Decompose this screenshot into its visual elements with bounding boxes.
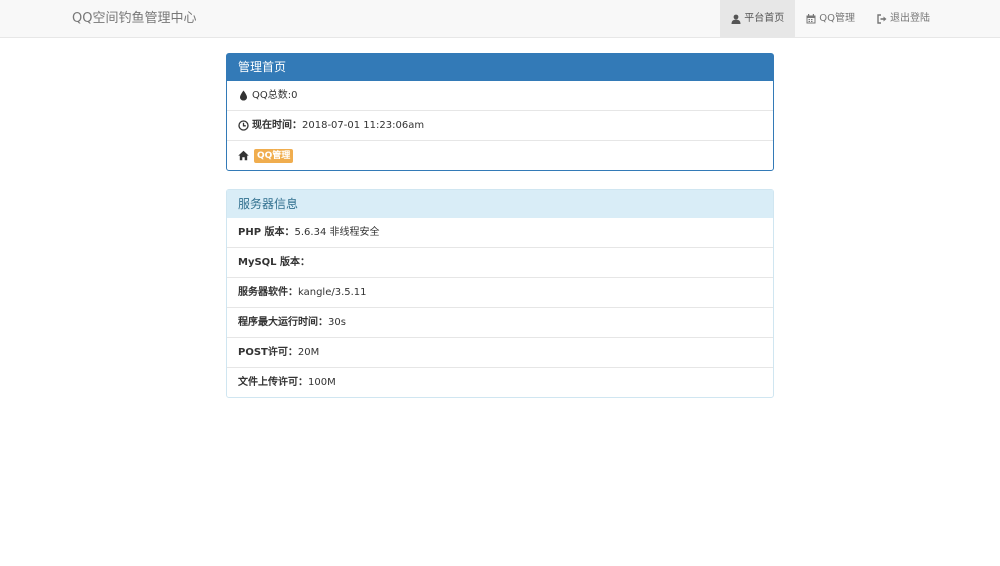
server-row-server-software: 服务器软件： kangle/3.5.11 (227, 277, 773, 307)
server-row-php-version: PHP 版本： 5.6.34 非线程安全 (227, 218, 773, 247)
current-time-label: 现在时间： (252, 120, 302, 131)
quick-links-row: QQ管理 (227, 140, 773, 170)
server-info-panel-title: 服务器信息 (227, 190, 773, 218)
calendar-icon (806, 13, 816, 24)
nav-item-qq-manage-label: QQ管理 (819, 13, 855, 24)
server-row-label: MySQL 版本： (238, 257, 311, 268)
server-row-label: PHP 版本： (238, 227, 295, 238)
server-row-label: 服务器软件： (238, 287, 298, 298)
server-info-panel: 服务器信息 PHP 版本： 5.6.34 非线程安全 MySQL 版本： 服务器软… (226, 189, 774, 398)
server-row-value: 5.6.34 非线程安全 (294, 227, 380, 238)
server-row-post-limit: POST许可： 20M (227, 337, 773, 367)
qq-total-row: QQ总数: 0 (227, 81, 773, 110)
server-row-value: kangle/3.5.11 (298, 287, 367, 298)
logout-icon (877, 13, 887, 24)
nav-item-logout[interactable]: 退出登陆 (866, 0, 941, 37)
home-icon (238, 150, 249, 161)
nav-item-logout-label: 退出登陆 (890, 13, 930, 24)
current-time-row: 现在时间： 2018-07-01 11:23:06am (227, 110, 773, 140)
server-row-label: 文件上传许可： (238, 377, 308, 388)
server-row-mysql-version: MySQL 版本： (227, 247, 773, 277)
nav-item-home-label: 平台首页 (744, 13, 785, 24)
nav-item-qq-manage[interactable]: QQ管理 (795, 0, 866, 37)
brand-title[interactable]: QQ空间钓鱼管理中心 (72, 0, 196, 37)
tint-icon (238, 90, 249, 101)
qq-total-label: QQ总数: (252, 90, 292, 101)
server-row-label: POST许可： (238, 347, 298, 358)
top-navbar: QQ空间钓鱼管理中心 平台首页 QQ管理 退出登陆 (0, 0, 1000, 38)
server-row-max-execution-time: 程序最大运行时间： 30s (227, 307, 773, 337)
server-row-value: 100M (308, 377, 336, 388)
admin-home-panel: 管理首页 QQ总数: 0 现在时间： 2018-07-01 11:23:06am Q… (226, 53, 774, 171)
admin-home-panel-title: 管理首页 (227, 54, 773, 81)
server-row-upload-limit: 文件上传许可： 100M (227, 367, 773, 397)
server-row-value: 20M (297, 347, 320, 358)
nav-item-home[interactable]: 平台首页 (720, 0, 796, 37)
nav-menu: 平台首页 QQ管理 退出登陆 (720, 0, 941, 37)
qq-total-value: 0 (291, 90, 298, 101)
server-row-value: 30s (328, 317, 346, 328)
qq-manage-badge[interactable]: QQ管理 (254, 148, 294, 163)
server-row-label: 程序最大运行时间： (238, 317, 328, 328)
current-time-value: 2018-07-01 11:23:06am (302, 120, 425, 131)
clock-icon (238, 120, 249, 131)
user-icon (731, 14, 741, 24)
